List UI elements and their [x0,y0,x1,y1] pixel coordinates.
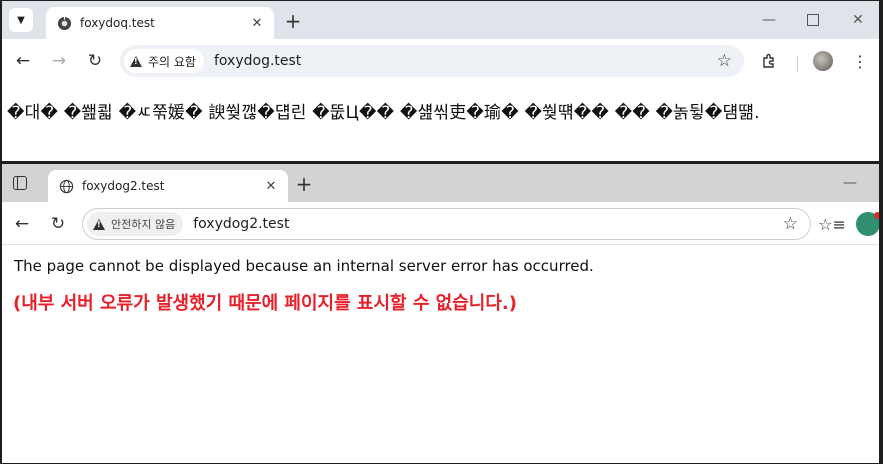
security-chip[interactable]: 주의 요함 [124,49,204,73]
globe-icon [56,15,72,31]
close-icon[interactable]: ✕ [246,12,268,34]
globe-icon [58,178,74,194]
garbled-error-text: �대� �쐞쾳 �ㅼ쭊媛� 諛쒖깮�덉린 �뚮Ц�� �섎씪吏�瑜� �쒖떆��… [7,103,760,123]
extensions-icon[interactable] [757,49,781,73]
address-bar[interactable]: 안전하지 않음 foxydog2.test ☆ [82,208,811,240]
security-chip[interactable]: 안전하지 않음 [87,212,184,236]
tab-strip: ▼ foxydoq.test ✕ + — ✕ [2,1,879,39]
url-text[interactable]: foxydog.test [214,53,717,69]
chevron-down-icon: ▼ [17,14,25,26]
security-chip-label: 주의 요함 [148,54,196,69]
close-icon[interactable]: ✕ [260,175,282,197]
tab-title: foxydoq.test [80,16,155,30]
star-icon[interactable]: ☆ [717,51,732,71]
avatar[interactable] [856,212,879,236]
url-text[interactable]: foxydog2.test [193,216,783,232]
avatar[interactable] [813,51,833,71]
back-arrow-icon[interactable]: ← [11,49,35,73]
plus-icon[interactable]: + [292,172,316,196]
minimize-icon[interactable]: — [754,9,784,31]
forward-arrow-icon[interactable]: → [47,49,71,73]
tab-list-button[interactable]: ▼ [9,8,33,32]
warning-icon [93,218,105,230]
maximize-icon[interactable] [798,9,828,31]
sidebar-icon[interactable] [13,176,27,190]
page-content: �대� �쐞쾳 �ㅼ쭊媛� 諛쒖깮�덉린 �뚮Ц�� �섎씪吏�瑜� �쒖떆��… [2,83,879,161]
toolbar: ← → ↻ 주의 요함 foxydog.test ☆ ⋮ [2,39,879,83]
browser-window-1: ▼ foxydoq.test ✕ + — ✕ ← → ↻ 주의 요함 foxyd… [2,1,879,161]
page-content: The page cannot be displayed because an … [2,245,879,463]
notification-dot [874,212,879,219]
reload-icon[interactable]: ↻ [83,49,107,73]
error-message-en: The page cannot be displayed because an … [14,257,594,275]
tab-title: foxydog2.test [82,179,165,193]
tab-foxydoq[interactable]: foxydoq.test ✕ [46,7,274,39]
more-vert-icon[interactable]: ⋮ [848,49,872,73]
plus-icon[interactable]: + [281,9,305,33]
minimize-icon[interactable]: — [835,172,865,194]
browser-window-2: foxydog2.test ✕ + — ← ↻ 안전하지 않음 foxydog2… [2,164,879,463]
toolbar-separator [797,56,798,72]
star-icon[interactable]: ☆ [783,214,798,234]
toolbar: ← ↻ 안전하지 않음 foxydog2.test ☆ ☆≡ [2,202,879,245]
close-window-icon[interactable]: ✕ [843,9,873,31]
back-arrow-icon[interactable]: ← [10,212,34,236]
tab-strip: foxydog2.test ✕ + — [2,164,879,202]
security-chip-label: 안전하지 않음 [111,218,176,231]
reload-icon[interactable]: ↻ [46,212,70,236]
address-bar[interactable]: 주의 요함 foxydog.test ☆ [120,45,744,77]
warning-icon [130,55,142,67]
favorites-icon[interactable]: ☆≡ [818,212,846,236]
tab-foxydog2[interactable]: foxydog2.test ✕ [48,170,288,202]
error-message-ko: (내부 서버 오류가 발생했기 때문에 페이지를 표시할 수 없습니다.) [13,293,517,314]
